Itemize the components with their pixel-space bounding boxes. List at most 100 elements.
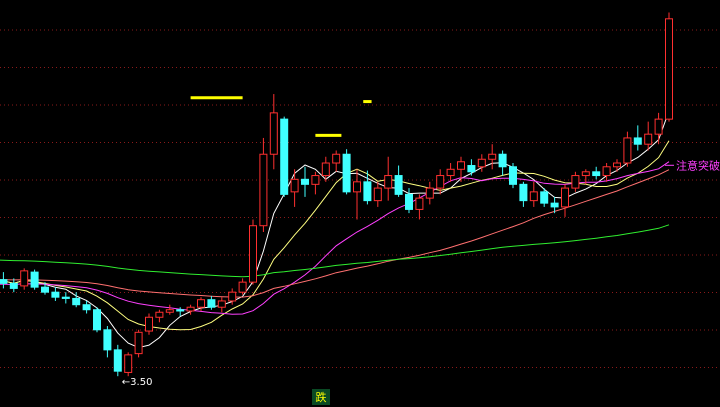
ma60-line: [0, 224, 670, 278]
candle: [602, 163, 611, 182]
candle: [124, 352, 133, 377]
candle-body: [394, 175, 403, 195]
candle-body: [633, 137, 642, 145]
candle-body: [571, 175, 580, 189]
candle-body: [529, 191, 538, 202]
candle-body: [259, 153, 268, 227]
candle: [103, 326, 112, 358]
candle-body: [72, 297, 81, 306]
candle: [30, 269, 39, 290]
candle: [113, 344, 122, 377]
candle-body: [93, 309, 101, 331]
candle-body: [477, 158, 486, 168]
candle: [633, 125, 642, 151]
candle: [592, 166, 601, 180]
candle-body: [425, 187, 434, 199]
candle-body: [436, 175, 445, 189]
candle: [0, 272, 8, 289]
candle-body: [457, 161, 465, 170]
candle-body: [488, 153, 497, 160]
candle-body: [363, 181, 372, 202]
candle-body: [0, 279, 8, 284]
candle: [613, 159, 621, 172]
candle-body: [321, 162, 330, 177]
candle: [561, 184, 569, 217]
candle: [519, 181, 528, 207]
candle-body: [41, 286, 49, 293]
candle: [61, 292, 70, 304]
candle-body: [384, 175, 393, 189]
candle-body: [30, 271, 39, 288]
candle-body: [623, 137, 632, 164]
candle: [415, 194, 424, 220]
candlestick-chart: ←3.50 注意突破 跌: [0, 12, 720, 405]
candle: [529, 181, 538, 207]
candle: [155, 309, 164, 323]
candle-body: [581, 171, 590, 177]
signal-label: 注意突破: [676, 158, 720, 172]
candle-body: [446, 168, 455, 177]
candle: [353, 169, 361, 220]
candle-body: [467, 165, 476, 173]
candle: [186, 304, 195, 315]
candle-body: [155, 311, 164, 318]
candle: [623, 131, 632, 167]
candle-body: [540, 191, 549, 204]
grid-lines: [0, 29, 720, 368]
candle-body: [415, 197, 424, 210]
candle: [436, 169, 445, 195]
candle-body: [373, 187, 382, 202]
candle: [571, 171, 580, 192]
candle-body: [644, 133, 653, 145]
candle-body: [145, 316, 153, 332]
candle: [9, 278, 18, 293]
candle-body: [176, 309, 185, 312]
candle-body: [207, 299, 216, 308]
candle-body: [280, 118, 289, 195]
candle: [446, 163, 455, 182]
candle: [342, 149, 351, 195]
low-price-label: ←3.50: [122, 377, 153, 388]
candle: [394, 165, 403, 197]
candle-body: [134, 331, 143, 355]
candle: [311, 171, 320, 195]
candle: [467, 159, 476, 176]
candle-body: [82, 304, 91, 311]
candle: [207, 295, 216, 310]
candle-body: [405, 193, 413, 210]
candle-body: [124, 354, 133, 373]
candle: [20, 268, 29, 290]
candle-body: [353, 181, 361, 193]
candle-body: [561, 187, 569, 208]
candle: [301, 166, 309, 197]
candle: [51, 287, 60, 301]
candle-body: [301, 178, 309, 185]
candle: [373, 181, 382, 207]
candle-body: [113, 349, 122, 372]
candle: [290, 169, 299, 207]
candle: [93, 307, 101, 333]
candle: [654, 112, 663, 145]
candle-body: [654, 118, 663, 135]
candle: [498, 150, 507, 176]
candle: [488, 144, 497, 170]
candle-body: [249, 225, 257, 283]
candle-body: [509, 166, 517, 185]
candle-body: [332, 153, 341, 164]
candle-body: [311, 175, 320, 185]
candle-body: [602, 166, 611, 177]
candle-body: [228, 291, 237, 302]
candle: [145, 313, 153, 335]
candle-body: [550, 202, 559, 208]
candle-body: [342, 153, 351, 193]
candle-body: [665, 18, 673, 120]
candle-body: [20, 270, 29, 287]
candle-body: [186, 306, 195, 312]
candle: [134, 329, 143, 358]
candle: [259, 137, 268, 232]
candle: [321, 156, 330, 182]
candle-body: [197, 299, 205, 308]
candle-body: [103, 329, 112, 351]
candle-body: [519, 183, 528, 202]
candle: [665, 12, 673, 122]
